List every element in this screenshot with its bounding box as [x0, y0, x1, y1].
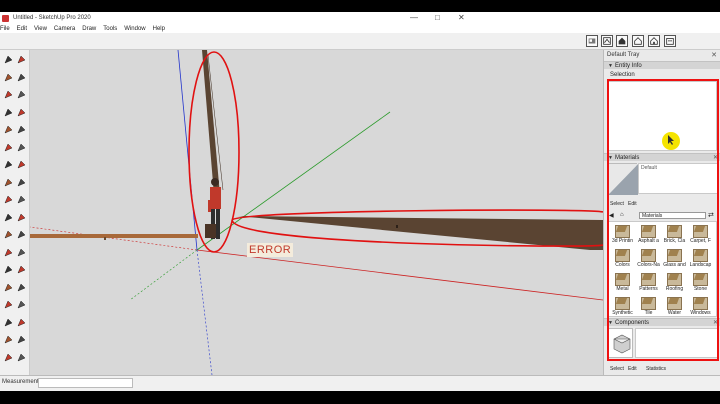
menu-view[interactable]: View	[34, 26, 47, 32]
look-around-icon[interactable]	[16, 317, 27, 328]
menu-tools[interactable]: Tools	[103, 26, 117, 32]
walk-icon[interactable]	[3, 334, 14, 345]
axes-icon[interactable]	[16, 247, 27, 258]
zoom-icon[interactable]	[16, 282, 27, 293]
warehouse-icon[interactable]	[586, 35, 598, 47]
freehand-icon[interactable]	[3, 89, 14, 100]
line-icon[interactable]	[16, 72, 27, 83]
menu-help[interactable]: Help	[153, 26, 165, 32]
green-axis-negative	[129, 249, 198, 301]
maximize-button[interactable]: □	[435, 13, 440, 22]
menu-draw[interactable]: Draw	[82, 26, 96, 32]
collapse-arrow-icon: ▼	[608, 63, 613, 69]
entity-info-header[interactable]: ▼ Entity Info	[604, 61, 720, 69]
home-icon[interactable]	[616, 35, 628, 47]
sketchup-logo-icon	[2, 14, 9, 22]
measurements-input[interactable]	[38, 378, 133, 388]
status-bar: Measurements	[0, 375, 720, 391]
blue-axis	[177, 50, 198, 251]
building-icon[interactable]	[664, 35, 676, 47]
components-tab-edit[interactable]: Edit	[628, 366, 637, 372]
annotation-rectangle-tray	[607, 79, 719, 361]
rotate-icon[interactable]	[16, 194, 27, 205]
person-figure	[205, 178, 221, 239]
rectangle-icon[interactable]	[16, 89, 27, 100]
video-letterbox-top	[0, 0, 720, 12]
components-tab-statistics[interactable]: Statistics	[646, 366, 666, 372]
eraser-icon[interactable]	[16, 54, 27, 65]
offset-icon[interactable]	[16, 177, 27, 188]
dimension-icon[interactable]	[3, 229, 14, 240]
title-bar: Untitled - SketchUp Pro 2020 — □ ✕	[0, 12, 720, 24]
protractor-icon[interactable]	[16, 229, 27, 240]
position-camera-icon[interactable]	[3, 317, 14, 328]
three-point-arc-icon[interactable]	[16, 142, 27, 153]
entity-info-label: Entity Info	[615, 63, 642, 69]
move-icon[interactable]	[3, 194, 14, 205]
polygon-icon[interactable]	[3, 124, 14, 135]
extension-icon[interactable]	[601, 35, 613, 47]
minimize-button[interactable]: —	[410, 13, 418, 22]
video-letterbox-bottom	[0, 391, 720, 404]
3d-text-icon[interactable]	[3, 264, 14, 275]
red-axis	[196, 249, 603, 301]
top-toolbar	[0, 33, 720, 50]
pan-icon[interactable]	[3, 282, 14, 293]
red-axis-negative	[30, 226, 198, 251]
error-label: ERROR	[247, 243, 294, 257]
left-beam[interactable]	[30, 234, 198, 238]
default-tray: Default Tray ✕ ▼ Entity Info Selection ▼…	[603, 50, 720, 375]
components-tab-select[interactable]: Select	[610, 366, 624, 372]
pie-icon[interactable]	[3, 159, 14, 170]
green-axis	[196, 111, 391, 251]
tape-measure-icon[interactable]	[16, 212, 27, 223]
follow-me-icon[interactable]	[3, 177, 14, 188]
zoom-extents-icon[interactable]	[16, 299, 27, 310]
menu-camera[interactable]: Camera	[54, 26, 75, 32]
drawing-viewport[interactable]: ERROR	[30, 50, 603, 375]
tray-close-button[interactable]: ✕	[711, 51, 717, 59]
scene-graphics	[30, 50, 603, 375]
select-icon[interactable]	[3, 54, 14, 65]
two-point-arc-icon[interactable]	[3, 142, 14, 153]
menu-file[interactable]: File	[0, 26, 10, 32]
display-section-icon[interactable]	[3, 352, 14, 363]
arc-icon[interactable]	[16, 124, 27, 135]
tools-palette	[0, 50, 30, 375]
zoom-window-icon[interactable]	[3, 299, 14, 310]
menu-bar: File Edit View Camera Draw Tools Window …	[0, 24, 720, 33]
measurements-label: Measurements	[2, 379, 42, 385]
selection-label: Selection	[610, 72, 635, 78]
push-pull-icon[interactable]	[16, 159, 27, 170]
sandbox-icon[interactable]	[16, 352, 27, 363]
vertical-post[interactable]	[202, 50, 220, 195]
menu-window[interactable]: Window	[124, 26, 145, 32]
close-button[interactable]: ✕	[458, 13, 465, 22]
blue-axis-negative	[196, 249, 213, 375]
circle-icon[interactable]	[16, 107, 27, 118]
window-title: Untitled - SketchUp Pro 2020	[13, 15, 91, 21]
house-icon[interactable]	[632, 35, 644, 47]
tray-title: Default Tray	[607, 52, 640, 58]
rotated-rectangle-icon[interactable]	[3, 107, 14, 118]
paint-bucket-icon[interactable]	[3, 72, 14, 83]
menu-edit[interactable]: Edit	[17, 26, 27, 32]
house-outline-icon[interactable]	[648, 35, 660, 47]
text-icon[interactable]	[3, 247, 14, 258]
section-plane-icon[interactable]	[16, 334, 27, 345]
scale-icon[interactable]	[3, 212, 14, 223]
orbit-icon[interactable]	[16, 264, 27, 275]
